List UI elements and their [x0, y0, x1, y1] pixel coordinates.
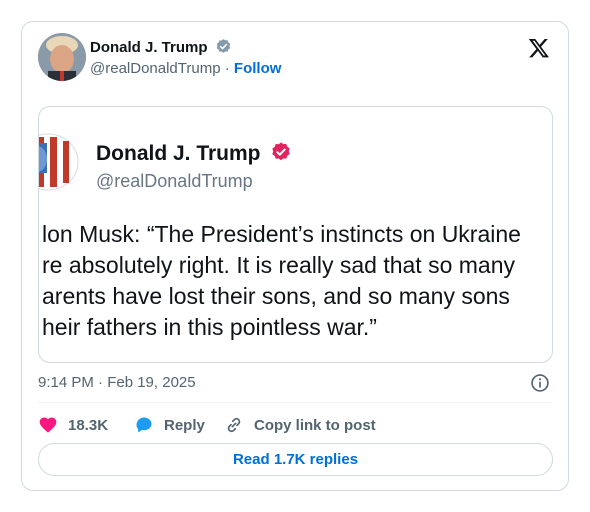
like-count: 18.3K — [68, 416, 109, 434]
like-button[interactable]: 18.3K — [38, 414, 108, 436]
quoted-text: lon Musk: “The President’s instincts on … — [39, 219, 552, 343]
author-name[interactable]: Donald J. Trump — [90, 39, 208, 56]
post-embed-card: Donald J. Trump @realDonaldTrump · Follo… — [21, 21, 569, 491]
author-handle[interactable]: @realDonaldTrump — [90, 60, 221, 77]
post-timestamp[interactable]: 9:14 PM · Feb 19, 2025 — [38, 374, 196, 391]
x-logo-icon[interactable] — [528, 37, 550, 59]
quoted-line: heir fathers in this pointless war.” — [42, 314, 377, 340]
author-name-row[interactable]: Donald J. Trump — [90, 38, 232, 59]
quoted-line: re absolutely right. It is really sad th… — [42, 252, 515, 278]
read-replies-label: Read 1.7K replies — [232, 451, 359, 468]
follow-button[interactable]: Follow — [234, 60, 282, 77]
quoted-post-image[interactable]: Donald J. Trump @realDonaldTrump lon Mus… — [38, 106, 553, 363]
author-handle-row: @realDonaldTrump · Follow — [90, 60, 281, 77]
reply-label: Reply — [164, 416, 205, 434]
link-icon — [227, 417, 241, 433]
handle-separator: · — [224, 60, 230, 77]
pink-verified-badge-icon — [270, 141, 292, 169]
author-avatar[interactable] — [38, 33, 86, 81]
quoted-author-name: Donald J. Trump — [96, 142, 261, 165]
read-replies-button[interactable]: Read 1.7K replies — [38, 443, 553, 476]
verified-badge-icon — [215, 38, 232, 59]
quoted-line: arents have lost their sons, and so many… — [42, 283, 510, 309]
quoted-name-row: Donald J. Trump — [96, 141, 292, 169]
quoted-author-handle: @realDonaldTrump — [96, 171, 253, 191]
copy-link-button[interactable]: Copy link to post — [224, 414, 376, 436]
quoted-line: lon Musk: “The President’s instincts on … — [42, 221, 521, 247]
reply-bubble-icon — [136, 417, 152, 433]
reply-button[interactable]: Reply — [134, 414, 205, 436]
quoted-avatar — [39, 133, 79, 191]
info-icon[interactable] — [530, 373, 550, 393]
heart-icon — [39, 417, 57, 433]
divider — [38, 402, 552, 403]
copy-link-label: Copy link to post — [254, 416, 376, 434]
